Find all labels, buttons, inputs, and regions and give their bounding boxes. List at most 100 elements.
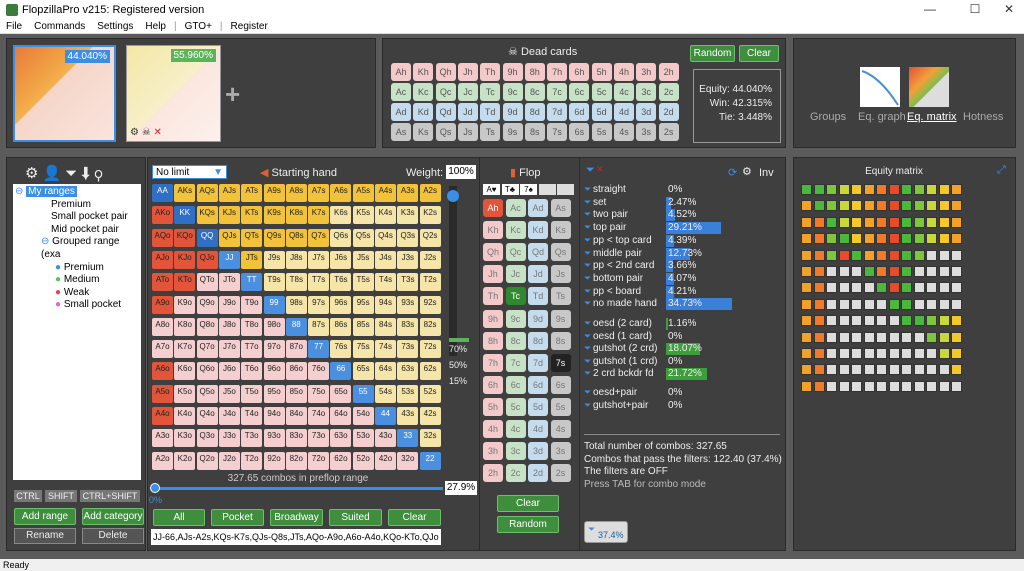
flop-card[interactable]: Ts <box>550 287 571 306</box>
hand-cell[interactable]: 82o <box>285 451 307 470</box>
flop-card[interactable]: Jh <box>483 265 503 284</box>
filter-icon[interactable]: ⏷ <box>584 387 591 397</box>
dead-card[interactable]: 8c <box>524 83 545 101</box>
flop-card[interactable]: Qc <box>505 243 526 262</box>
hand-cell[interactable]: AKs <box>174 184 196 202</box>
dead-card[interactable]: Qd <box>435 103 456 121</box>
flop-card[interactable]: 6h <box>483 375 503 394</box>
hand-cell[interactable]: K9o <box>174 295 196 314</box>
flop-card[interactable]: 6d <box>528 375 548 394</box>
flop-card[interactable]: Qh <box>483 243 503 262</box>
hand-cell[interactable]: 55 <box>352 384 374 403</box>
hand-cell[interactable]: 77 <box>308 340 330 359</box>
hand-cell[interactable]: 86o <box>285 362 307 381</box>
dead-card[interactable]: Kc <box>413 83 434 101</box>
rename-button[interactable]: Rename <box>14 528 76 544</box>
hand-cell[interactable]: AKo <box>152 206 173 225</box>
filter-icon[interactable]: ⏷ <box>584 222 591 232</box>
dead-card[interactable]: 3h <box>636 63 657 81</box>
hand-cell[interactable]: 75o <box>308 384 330 403</box>
download-icon[interactable]: ⬇ <box>81 165 94 182</box>
hand-cell[interactable]: J6o <box>218 362 240 381</box>
hand-cell[interactable]: Q6o <box>196 362 218 381</box>
dead-card[interactable]: 9s <box>502 123 523 141</box>
hand-cell[interactable]: K6o <box>174 362 196 381</box>
close-icon[interactable]: ✕ <box>994 0 1024 19</box>
select-suited-button[interactable]: Suited <box>329 509 382 526</box>
hand-cell[interactable]: KK <box>174 206 196 225</box>
dead-card[interactable]: 3d <box>636 103 657 121</box>
hand-cell[interactable]: Q9o <box>196 295 218 314</box>
hand-cell[interactable]: JTo <box>218 273 240 292</box>
weight-input[interactable]: 100% <box>446 165 476 179</box>
dead-card[interactable]: 3c <box>636 83 657 101</box>
flop-card[interactable]: 9c <box>505 309 526 328</box>
hand-cell[interactable]: 33 <box>397 429 419 448</box>
menu-commands[interactable]: Commands <box>28 21 91 32</box>
hand-cell[interactable]: QJs <box>218 228 240 247</box>
select-all-button[interactable]: All <box>153 509 205 526</box>
clear-filter-icon[interactable]: ✕ <box>596 164 604 175</box>
hand-cell[interactable]: 94o <box>263 407 285 425</box>
dead-card[interactable]: 5d <box>591 103 612 121</box>
tree-sub-weak[interactable]: ● Weak <box>15 287 141 300</box>
flop-card[interactable]: Tc <box>505 287 526 306</box>
filter-icon[interactable]: ⏷ <box>584 400 591 410</box>
flop-card[interactable]: Th <box>483 287 503 306</box>
stat-row[interactable]: ⏷ gutshot (1 crd) 0% <box>584 356 780 368</box>
hand-cell[interactable]: 63s <box>397 362 419 381</box>
hand-cell[interactable]: 54o <box>352 407 374 425</box>
settings-gear-icon[interactable]: ⚙ <box>25 165 42 182</box>
hand-cell[interactable]: T6o <box>241 362 263 381</box>
board-slot[interactable]: A♥ <box>483 184 500 195</box>
dead-card[interactable]: 7h <box>547 63 568 81</box>
hand-cell[interactable]: 44 <box>375 407 396 425</box>
flop-card[interactable]: 4d <box>528 420 548 438</box>
filter-icon[interactable]: ⏷ <box>584 331 591 341</box>
stat-row[interactable]: ⏷ pp < top card 4.39% <box>584 234 780 247</box>
hand-cell[interactable]: 22 <box>419 451 441 470</box>
hand-cell[interactable]: 63o <box>330 429 352 448</box>
hand-cell[interactable]: T9s <box>263 273 285 292</box>
hand-cell[interactable]: T7s <box>308 273 330 292</box>
hand-cell[interactable]: K4s <box>375 206 396 225</box>
hand-cell[interactable]: 85o <box>285 384 307 403</box>
stat-row[interactable]: ⏷ oesd (1 card) 0% <box>584 331 780 343</box>
hand-cell[interactable]: J9o <box>218 295 240 314</box>
flop-card[interactable]: 5c <box>505 397 526 416</box>
hand-cell[interactable]: Q4s <box>375 228 396 247</box>
dead-card[interactable]: 2s <box>658 123 679 141</box>
hand-cell[interactable]: A8s <box>285 184 307 202</box>
weight-slider-track[interactable] <box>447 186 459 356</box>
hand-cell[interactable]: J6s <box>330 250 352 269</box>
hand-cell[interactable]: 99 <box>263 295 285 314</box>
hand-cell[interactable]: K9s <box>263 206 285 225</box>
hand-cell[interactable]: 75s <box>352 340 374 359</box>
board-slot[interactable] <box>538 184 556 195</box>
flop-card[interactable]: 3c <box>505 442 526 461</box>
hand-cell[interactable]: Q4o <box>196 407 218 425</box>
flop-card[interactable]: 8c <box>505 331 526 350</box>
hand-cell[interactable]: KJo <box>174 250 196 269</box>
hand-cell[interactable]: A9s <box>263 184 285 202</box>
range-text-input[interactable]: JJ-66,AJs-A2s,KQs-K7s,QJs-Q8s,JTs,AQo-A9… <box>151 529 441 545</box>
hand-cell[interactable]: K2o <box>174 451 196 470</box>
hand-cell[interactable]: A2s <box>419 184 441 202</box>
dead-card[interactable]: 8h <box>524 63 545 81</box>
hand-cell[interactable]: 43s <box>397 407 419 425</box>
hand-cell[interactable]: A8o <box>152 317 173 336</box>
stat-row[interactable]: ⏷ pp < board 4.21% <box>584 285 780 298</box>
board-slot[interactable]: 7♠ <box>520 184 537 195</box>
flop-card[interactable]: 5s <box>550 397 571 416</box>
filter-icon[interactable]: ⏷ <box>584 343 591 353</box>
flop-card[interactable]: Jd <box>528 265 548 284</box>
tree-sub-medium[interactable]: ● Medium <box>15 274 141 287</box>
hand-cell[interactable]: Q2s <box>419 228 441 247</box>
hand-cell[interactable]: 98s <box>285 295 307 314</box>
board-slot[interactable] <box>557 184 574 195</box>
hand-cell[interactable]: 96o <box>263 362 285 381</box>
dead-card[interactable]: Jc <box>457 83 478 101</box>
hand-cell[interactable]: Q7s <box>308 228 330 247</box>
flop-card[interactable]: 8h <box>483 331 503 350</box>
hand-cell[interactable]: 74s <box>375 340 396 359</box>
